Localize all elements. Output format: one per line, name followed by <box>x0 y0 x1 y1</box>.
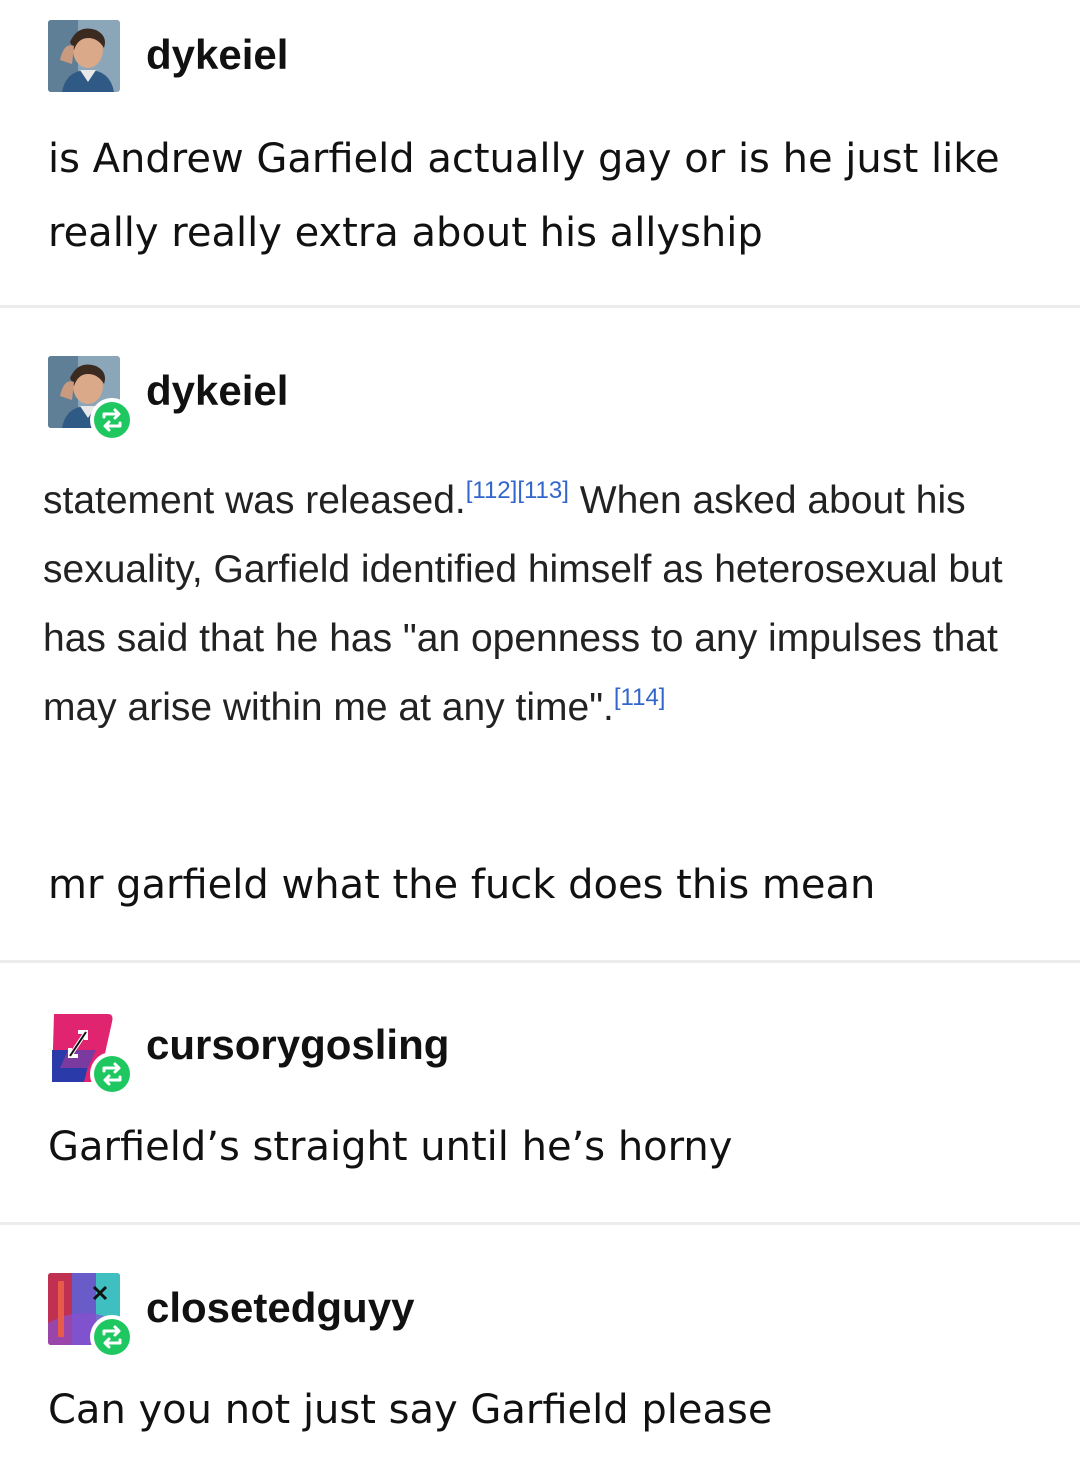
post-text: mr garfield what the fuck does this mean <box>48 862 876 908</box>
username[interactable]: dykeiel <box>146 30 288 80</box>
username[interactable]: closetedguyy <box>146 1283 414 1333</box>
quoted-screenshot: statement was released.[112][113] When a… <box>43 466 1043 742</box>
post-text: is Andrew Garfield actually gay or is he… <box>48 136 1000 256</box>
reblog-arrows-icon <box>102 1062 122 1086</box>
reblog-badge <box>90 398 134 442</box>
citation[interactable]: [112][113] <box>466 477 569 504</box>
username[interactable]: cursorygosling <box>146 1020 449 1070</box>
post-text: Can you not just say Garfield please <box>48 1387 773 1433</box>
post-divider <box>0 1222 1080 1225</box>
reblog-badge <box>90 1052 134 1096</box>
quote-text: statement was released. <box>43 479 466 522</box>
avatar[interactable] <box>48 20 120 92</box>
post-text: Garfield’s straight until he’s horny <box>48 1124 733 1170</box>
reblog-badge <box>90 1315 134 1359</box>
post-divider <box>0 305 1080 308</box>
reblog-arrows-icon <box>102 1325 122 1349</box>
username[interactable]: dykeiel <box>146 366 288 416</box>
citation[interactable]: [114] <box>614 684 666 711</box>
post-divider <box>0 960 1080 963</box>
reblog-arrows-icon <box>102 408 122 432</box>
